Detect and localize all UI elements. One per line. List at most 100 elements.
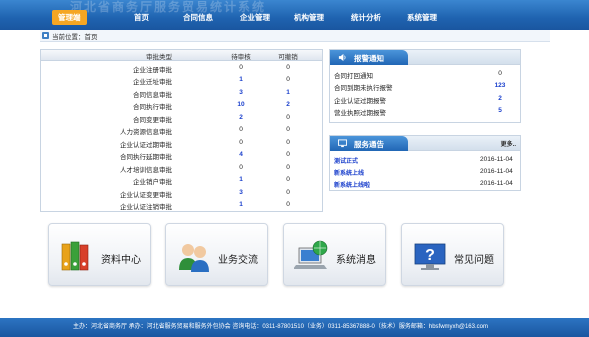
news-date: 2016-11-04 bbox=[480, 168, 513, 175]
tile-system-messages[interactable]: 系统消息 bbox=[283, 223, 386, 286]
pending-count-cell[interactable]: 1 bbox=[227, 176, 255, 183]
pending-count-cell[interactable]: 1 bbox=[227, 76, 255, 83]
pending-count-cell[interactable]: 3 bbox=[227, 189, 255, 196]
list-item: 测试正式 2016-11-04 bbox=[330, 154, 520, 166]
svg-text:?: ? bbox=[425, 247, 435, 264]
alert-label: 营业执照过期报警 bbox=[334, 109, 386, 117]
news-title-link[interactable]: 新系统上线啦 bbox=[334, 180, 370, 189]
binders-icon bbox=[61, 241, 89, 271]
approval-type-cell[interactable]: 合同信息审批 bbox=[133, 89, 172, 99]
approval-type-cell[interactable]: 人才培训信息审批 bbox=[120, 164, 172, 174]
revocable-count-cell: 0 bbox=[286, 126, 290, 134]
nav-item-system[interactable]: 系统管理 bbox=[407, 12, 437, 23]
table-row: 人力资源信息审批 0 0 bbox=[41, 124, 322, 136]
approval-type-cell[interactable]: 企业销户审批 bbox=[133, 176, 172, 186]
approval-type-cell[interactable]: 合同执行延期审批 bbox=[120, 151, 172, 161]
news-date: 2016-11-04 bbox=[480, 180, 513, 187]
tile-label: 系统消息 bbox=[336, 255, 376, 266]
pending-count-cell[interactable]: 1 bbox=[227, 201, 255, 208]
table-row: 合同变更审批 2 0 bbox=[41, 112, 322, 124]
tile-label: 常见问题 bbox=[454, 255, 494, 266]
table-row: 人才培训信息审批 0 0 bbox=[41, 162, 322, 174]
news-title-link[interactable]: 新系统上线 bbox=[334, 168, 364, 177]
pending-count-cell: 0 bbox=[239, 64, 243, 71]
pending-count-cell: 0 bbox=[239, 138, 243, 146]
alert-count[interactable]: 2 bbox=[490, 95, 510, 102]
nav-item-contracts[interactable]: 合同信息 bbox=[183, 12, 213, 23]
list-item: 企业认证过期报警 2 bbox=[330, 93, 520, 105]
revocable-count-cell: 0 bbox=[286, 138, 290, 146]
nav-item-institutions[interactable]: 机构管理 bbox=[294, 12, 324, 23]
alert-panel-tab: 报警通知 bbox=[330, 50, 408, 65]
tile-business-exchange[interactable]: 业务交流 bbox=[165, 223, 268, 286]
users-icon bbox=[179, 244, 209, 272]
main-nav: 管理端 首页 合同信息 企业管理 机构管理 统计分析 系统管理 bbox=[0, 9, 589, 27]
alert-panel-title: 报警通知 bbox=[354, 54, 384, 63]
footer: 主办：河北省商务厅 承办：河北省服务贸易和服务外包协会 咨询电话：0311-87… bbox=[0, 318, 589, 337]
tile-faq[interactable]: ? 常见问题 bbox=[401, 223, 504, 286]
approval-type-cell[interactable]: 企业认证变更审批 bbox=[120, 189, 172, 199]
table-row: 企业认证注销审批 1 0 bbox=[41, 199, 322, 211]
table-row: 合同信息审批 3 1 bbox=[41, 87, 322, 99]
tile-label: 业务交流 bbox=[218, 255, 258, 266]
alert-label: 企业认证过期报警 bbox=[334, 97, 386, 105]
nav-item-home[interactable]: 首页 bbox=[134, 12, 149, 23]
speaker-icon bbox=[338, 53, 346, 62]
home-icon bbox=[42, 32, 49, 39]
revocable-count-cell: 0 bbox=[286, 200, 290, 208]
approval-type-cell[interactable]: 人力资源信息审批 bbox=[120, 126, 172, 136]
pending-count-cell[interactable]: 3 bbox=[227, 89, 255, 96]
news-title-link[interactable]: 测试正式 bbox=[334, 156, 358, 165]
news-panel-title: 服务通告 bbox=[354, 140, 384, 149]
approval-type-cell[interactable]: 企业认证过期审批 bbox=[120, 139, 172, 149]
pending-count-cell: 0 bbox=[239, 126, 243, 134]
breadcrumb-text: 当前位置：首页 bbox=[52, 34, 98, 41]
list-item: 营业执照过期报警 5 bbox=[330, 105, 520, 117]
column-header-revocable: 可撤销 bbox=[278, 54, 298, 61]
revocable-count-cell: 0 bbox=[286, 163, 290, 171]
table-row: 企业认证过期审批 0 0 bbox=[41, 137, 322, 149]
nav-item-admin[interactable]: 管理端 bbox=[52, 10, 87, 25]
breadcrumb: 当前位置：首页 bbox=[40, 30, 550, 42]
revocable-count-cell: 0 bbox=[286, 113, 290, 121]
pending-count-cell[interactable]: 4 bbox=[227, 151, 255, 158]
nav-item-statistics[interactable]: 统计分析 bbox=[351, 12, 381, 23]
table-row: 企业注册审批 0 0 bbox=[41, 62, 322, 74]
alert-count: 0 bbox=[498, 70, 502, 77]
approval-type-cell[interactable]: 企业迁址审批 bbox=[133, 76, 172, 86]
alert-label: 合同打回通知 bbox=[334, 73, 373, 80]
approval-type-cell[interactable]: 企业认证注销审批 bbox=[120, 201, 172, 211]
footer-text: 主办：河北省商务厅 承办：河北省服务贸易和服务外包协会 咨询电话：0311-87… bbox=[73, 324, 488, 330]
approval-type-cell[interactable]: 合同执行审批 bbox=[133, 101, 172, 111]
monitor-icon bbox=[338, 139, 347, 148]
revocable-count-cell: 0 bbox=[286, 176, 290, 184]
tile-data-center[interactable]: 资料中心 bbox=[48, 223, 151, 286]
approval-table: 审批类型 待审核 可撤销 企业注册审批 0 0 企业迁址审批 1 0 合同信息审批 3 1 合同执… bbox=[40, 49, 323, 212]
revocable-count-cell: 0 bbox=[286, 64, 290, 71]
alert-count[interactable]: 123 bbox=[490, 82, 510, 89]
table-row: 企业销户审批 1 0 bbox=[41, 174, 322, 186]
revocable-count-cell[interactable]: 1 bbox=[274, 89, 302, 96]
pending-count-cell[interactable]: 2 bbox=[227, 114, 255, 121]
alert-count[interactable]: 5 bbox=[490, 107, 510, 114]
table-row: 合同执行审批 10 2 bbox=[41, 99, 322, 111]
table-row: 企业迁址审批 1 0 bbox=[41, 74, 322, 86]
tile-label: 资料中心 bbox=[101, 255, 141, 266]
top-header: 河北省商务厅服务贸易统计系统 管理端 首页 合同信息 企业管理 机构管理 统计分… bbox=[0, 0, 589, 30]
list-item: 新系统上线 2016-11-04 bbox=[330, 166, 520, 178]
news-more-link[interactable]: 更多.. bbox=[501, 139, 516, 148]
revocable-count-cell: 0 bbox=[286, 76, 290, 84]
revocable-count-cell[interactable]: 2 bbox=[274, 101, 302, 108]
pending-count-cell: 0 bbox=[239, 163, 243, 171]
news-panel: 服务通告 更多.. 测试正式 2016-11-04 新系统上线 2016-11-04 新… bbox=[329, 135, 521, 191]
nav-item-enterprise[interactable]: 企业管理 bbox=[240, 12, 270, 23]
column-header-type: 审批类型 bbox=[146, 54, 172, 61]
table-row: 合同执行延期审批 4 0 bbox=[41, 149, 322, 161]
approval-type-cell[interactable]: 合同变更审批 bbox=[133, 114, 172, 124]
revocable-count-cell: 0 bbox=[286, 188, 290, 196]
list-item: 新系统上线啦 2016-11-04 bbox=[330, 178, 520, 190]
approval-table-header: 审批类型 待审核 可撤销 bbox=[41, 50, 322, 61]
approval-type-cell[interactable]: 企业注册审批 bbox=[133, 64, 172, 74]
news-panel-tab: 服务通告 bbox=[330, 136, 408, 151]
pending-count-cell[interactable]: 10 bbox=[227, 101, 255, 108]
